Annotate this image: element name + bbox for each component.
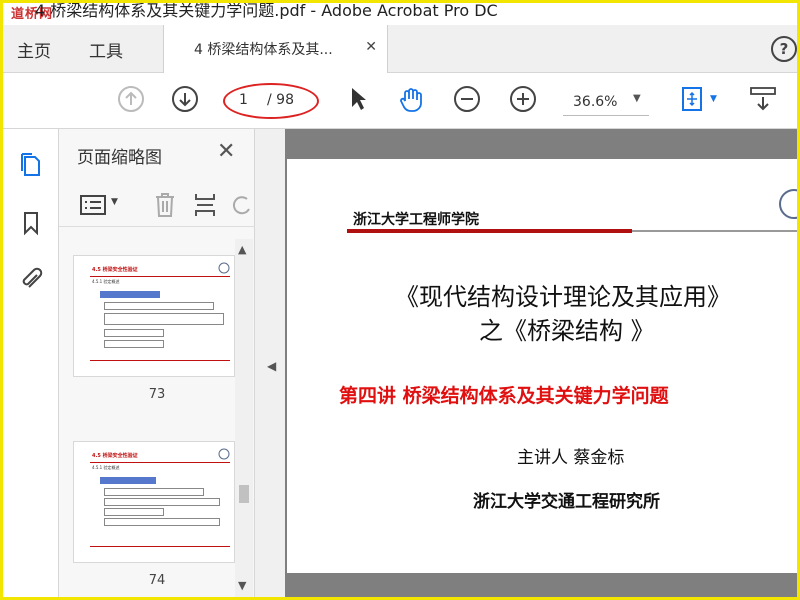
- window-title: 4 桥梁结构体系及其关键力学问题.pdf - Adobe Acrobat Pro…: [35, 3, 498, 19]
- scrolling-mode-icon[interactable]: [749, 85, 777, 113]
- fit-page-dropdown-icon[interactable]: ▼: [710, 94, 717, 104]
- thumbnail-section: 4.5.1 验定概述: [92, 279, 120, 284]
- page-thumbnails-icon[interactable]: [17, 151, 45, 179]
- thumbnail-block: [104, 340, 164, 348]
- thumbnail-block: [104, 498, 220, 506]
- insert-page-icon[interactable]: [193, 192, 217, 218]
- page-number-field[interactable]: 1 / 98: [223, 83, 319, 119]
- thumbnail-block: [100, 291, 160, 298]
- speaker-line: 主讲人 蔡金标: [517, 448, 625, 468]
- thumbnail-rule: [90, 462, 230, 463]
- page-header-text: 浙江大学工程师学院: [353, 212, 479, 228]
- thumbnail-block: [104, 488, 204, 496]
- scroll-up-icon[interactable]: ▲: [238, 243, 246, 256]
- organization-line: 浙江大学交通工程研究所: [473, 492, 660, 512]
- thumbnail-tools: ▼: [59, 183, 255, 227]
- help-icon[interactable]: ?: [771, 36, 797, 62]
- window-titlebar: 道桥网 4 桥梁结构体系及其关键力学问题.pdf - Adobe Acrobat…: [3, 3, 797, 19]
- thumbnail-page-73[interactable]: 4.5 桥梁安全性验证 4.5.1 验定概述: [73, 255, 235, 377]
- scrollbar-thumb[interactable]: [239, 485, 249, 503]
- zoom-field-underline: [563, 115, 649, 116]
- thumbnail-page-number: 73: [148, 387, 166, 402]
- previous-page-icon[interactable]: [117, 85, 145, 113]
- delete-page-icon[interactable]: [153, 192, 177, 218]
- document-title-line1: 《现代结构设计理论及其应用》: [395, 283, 731, 311]
- thumbnail-heading: 4.5 桥梁安全性验证: [92, 453, 138, 459]
- close-panel-icon[interactable]: ✕: [217, 139, 235, 164]
- rotate-page-icon[interactable]: [231, 193, 253, 217]
- fit-page-icon[interactable]: [679, 85, 707, 113]
- thumbnail-block: [100, 477, 156, 484]
- thumbnail-options-icon[interactable]: [79, 193, 107, 217]
- attachments-icon[interactable]: [17, 265, 45, 293]
- thumbnail-page-74[interactable]: 4.5 桥梁安全性验证 4.5.1 验定概述: [73, 441, 235, 563]
- select-cursor-icon[interactable]: [345, 85, 373, 113]
- document-view[interactable]: 浙江大学工程师学院 《现代结构设计理论及其应用》 之《桥梁结构 》 第四讲 桥梁…: [285, 129, 797, 597]
- options-dropdown-icon[interactable]: ▼: [111, 197, 118, 207]
- lecture-subtitle: 第四讲 桥梁结构体系及其关键力学问题: [339, 385, 669, 407]
- red-annotation-ellipse: [223, 83, 319, 119]
- thumbnail-block: [104, 329, 164, 337]
- thumbnail-block: [104, 302, 214, 310]
- pdf-page: 浙江大学工程师学院 《现代结构设计理论及其应用》 之《桥梁结构 》 第四讲 桥梁…: [287, 159, 797, 573]
- thumbnail-block: [104, 508, 164, 516]
- zoom-dropdown-icon[interactable]: ▼: [633, 93, 641, 104]
- page-thumbnails-panel: 页面缩略图 ✕ ▼ 4.5 桥梁安全性验证 4.5.1 验定概述 73 4.5 …: [59, 129, 255, 597]
- left-navigation-rail: [3, 129, 59, 597]
- document-tab-label: 4 桥梁结构体系及其...: [194, 42, 333, 58]
- zoom-in-icon[interactable]: [509, 85, 537, 113]
- scroll-down-icon[interactable]: ▼: [238, 579, 246, 592]
- tab-home[interactable]: 主页: [17, 37, 51, 62]
- thumbnail-section: 4.5.1 验定概述: [92, 465, 120, 470]
- zoom-out-icon[interactable]: [453, 85, 481, 113]
- university-logo-icon: [779, 189, 797, 219]
- collapse-panel-icon[interactable]: ◀: [267, 359, 276, 373]
- tab-document[interactable]: 4 桥梁结构体系及其... ✕: [163, 25, 388, 73]
- header-red-rule: [347, 229, 632, 233]
- next-page-icon[interactable]: [171, 85, 199, 113]
- thumbnail-logo-icon: [218, 262, 230, 274]
- zoom-level[interactable]: 36.6%: [573, 94, 617, 110]
- thumbnail-heading: 4.5 桥梁安全性验证: [92, 267, 138, 273]
- bookmarks-icon[interactable]: [17, 209, 45, 237]
- tab-tools[interactable]: 工具: [89, 37, 123, 62]
- thumbnail-rule: [90, 546, 230, 547]
- header-grey-rule: [632, 230, 797, 232]
- panel-title: 页面缩略图: [77, 148, 162, 168]
- main-toolbar: 1 / 98 36.6% ▼ ▼: [3, 73, 797, 129]
- thumbnail-block: [104, 313, 224, 325]
- thumbnail-block: [104, 518, 220, 526]
- thumbnail-scrollbar[interactable]: ▲ ▼: [235, 239, 253, 597]
- thumbnail-page-number: 74: [148, 573, 166, 588]
- document-title-line2: 之《桥梁结构 》: [479, 317, 655, 345]
- thumbnail-logo-icon: [218, 448, 230, 460]
- thumbnail-rule: [90, 360, 230, 361]
- close-tab-icon[interactable]: ✕: [365, 39, 377, 55]
- thumbnail-rule: [90, 276, 230, 277]
- tab-bar: 主页 工具 4 桥梁结构体系及其... ✕ ?: [3, 25, 797, 73]
- hand-tool-icon[interactable]: [397, 85, 425, 113]
